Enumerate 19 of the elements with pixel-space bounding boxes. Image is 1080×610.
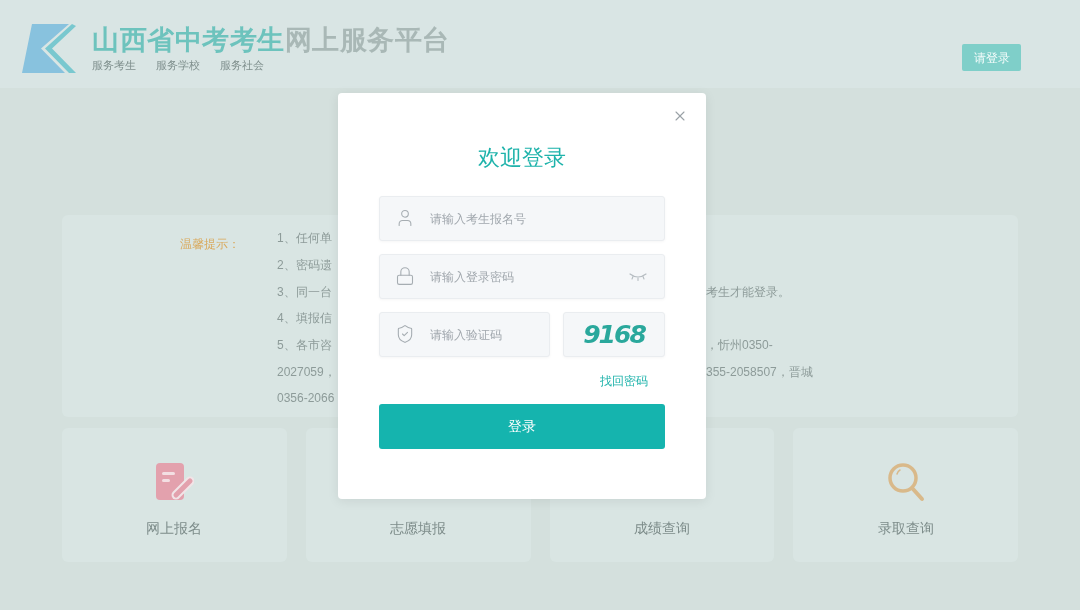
notice-text: 4、填报信 xyxy=(277,311,332,326)
notice-text: 考生才能登录。 xyxy=(706,284,790,299)
service-label: 志愿填报 xyxy=(390,519,447,538)
notice-text: 355-2058507，晋城 xyxy=(706,364,813,379)
service-label: 网上报名 xyxy=(146,519,203,538)
notice-text: 5、各市咨 xyxy=(277,338,332,353)
notice-text: 3、同一台 xyxy=(277,284,332,299)
service-label: 录取查询 xyxy=(877,519,934,538)
tagline: 服务社会 xyxy=(220,58,264,72)
tagline: 服务学校 xyxy=(156,58,200,72)
notice-text: 0356-2066 xyxy=(277,391,335,406)
service-label: 成绩查询 xyxy=(633,519,690,538)
dialog-title: 欢迎登录 xyxy=(478,144,566,172)
notice-text: 2027059， xyxy=(277,364,336,379)
notice-text: ，忻州0350- xyxy=(706,338,773,353)
notice-text: 2、密码遗 xyxy=(277,258,332,273)
notice-label: 温馨提示： xyxy=(180,237,240,251)
notice-text: 1、任何单 xyxy=(277,231,332,246)
tagline: 服务考生 xyxy=(92,58,136,72)
